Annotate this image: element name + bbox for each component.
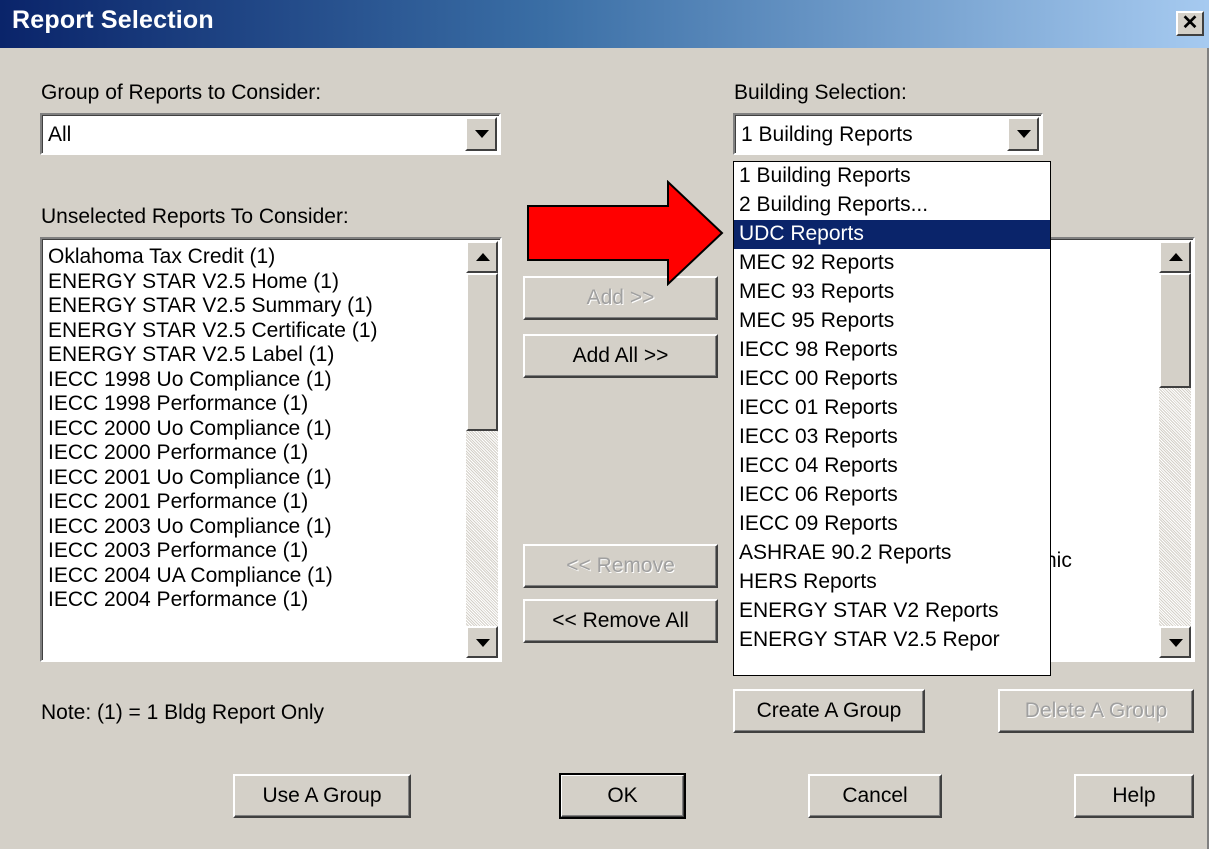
unselected-items: Oklahoma Tax Credit (1) ENERGY STAR V2.5 …	[48, 245, 453, 613]
dropdown-option[interactable]: MEC 95 Reports	[734, 307, 1050, 336]
dropdown-option[interactable]: IECC 98 Reports	[734, 336, 1050, 365]
remove-button[interactable]: << Remove	[523, 544, 718, 588]
list-item[interactable]: IECC 2003 Performance (1)	[48, 539, 453, 564]
group-combo[interactable]: All	[40, 113, 501, 155]
dropdown-option[interactable]: IECC 00 Reports	[734, 365, 1050, 394]
scroll-thumb[interactable]	[1159, 273, 1191, 388]
dropdown-option[interactable]: MEC 93 Reports	[734, 278, 1050, 307]
group-combo-value: All	[48, 123, 72, 146]
dropdown-option[interactable]: ASHRAE 90.2 Reports	[734, 539, 1050, 568]
unselected-scrollbar[interactable]	[466, 241, 498, 658]
create-group-button[interactable]: Create A Group	[733, 689, 925, 733]
dropdown-option[interactable]: 1 Building Reports	[734, 162, 1050, 191]
dropdown-option[interactable]: IECC 01 Reports	[734, 394, 1050, 423]
list-item[interactable]: ENERGY STAR V2.5 Summary (1)	[48, 294, 453, 319]
delete-group-button[interactable]: Delete A Group	[998, 689, 1194, 733]
help-button[interactable]: Help	[1074, 774, 1194, 818]
dropdown-option[interactable]: IECC 04 Reports	[734, 452, 1050, 481]
unselected-label: Unselected Reports To Consider:	[41, 205, 349, 228]
add-all-button[interactable]: Add All >>	[523, 334, 718, 378]
chevron-down-icon	[1017, 130, 1031, 138]
building-label: Building Selection:	[734, 81, 907, 104]
scroll-down-button[interactable]	[466, 626, 498, 658]
dropdown-option[interactable]: IECC 06 Reports	[734, 481, 1050, 510]
list-item[interactable]: IECC 2000 Performance (1)	[48, 441, 453, 466]
list-item[interactable]: IECC 2001 Uo Compliance (1)	[48, 466, 453, 491]
note-text: Note: (1) = 1 Bldg Report Only	[41, 701, 325, 724]
list-item[interactable]: IECC 2004 UA Compliance (1)	[48, 564, 453, 589]
scroll-up-button[interactable]	[1159, 241, 1191, 273]
red-arrow-icon	[527, 180, 724, 286]
chevron-down-icon	[475, 130, 489, 138]
list-item[interactable]: IECC 1998 Performance (1)	[48, 392, 453, 417]
remove-all-button[interactable]: << Remove All	[523, 599, 718, 643]
list-item[interactable]: ENERGY STAR V2.5 Label (1)	[48, 343, 453, 368]
scroll-up-button[interactable]	[466, 241, 498, 273]
building-dropdown-list[interactable]: 1 Building Reports 2 Building Reports... U…	[733, 161, 1051, 676]
group-combo-button[interactable]	[465, 117, 497, 151]
dropdown-option[interactable]: 2 Building Reports...	[734, 191, 1050, 220]
building-combo-value: 1 Building Reports	[741, 123, 913, 146]
list-item[interactable]: ENERGY STAR V2.5 Home (1)	[48, 270, 453, 295]
report-selection-dialog: Report Selection ✕ Group of Reports to C…	[0, 0, 1209, 849]
ok-button[interactable]: OK	[559, 773, 686, 819]
arrow-down-icon	[1169, 639, 1183, 647]
title-bar[interactable]: Report Selection ✕	[0, 0, 1209, 48]
list-item[interactable]: IECC 2004 Performance (1)	[48, 588, 453, 613]
unselected-reports-list[interactable]: Oklahoma Tax Credit (1) ENERGY STAR V2.5 …	[40, 237, 502, 662]
close-icon: ✕	[1181, 12, 1199, 34]
dropdown-option[interactable]: UDC Reports	[734, 220, 1050, 249]
list-item[interactable]: IECC 2003 Uo Compliance (1)	[48, 515, 453, 540]
list-item[interactable]: ENERGY STAR V2.5 Certificate (1)	[48, 319, 453, 344]
dropdown-option[interactable]: IECC 03 Reports	[734, 423, 1050, 452]
arrow-up-icon	[476, 253, 490, 261]
selected-scrollbar[interactable]	[1159, 241, 1191, 658]
window-title: Report Selection	[12, 6, 214, 34]
group-label: Group of Reports to Consider:	[41, 81, 322, 104]
list-item[interactable]: IECC 2000 Uo Compliance (1)	[48, 417, 453, 442]
arrow-up-icon	[1169, 253, 1183, 261]
arrow-down-icon	[476, 639, 490, 647]
dropdown-option[interactable]: IECC 09 Reports	[734, 510, 1050, 539]
list-item[interactable]: IECC 2001 Performance (1)	[48, 490, 453, 515]
cancel-button[interactable]: Cancel	[808, 774, 942, 818]
dropdown-option[interactable]: HERS Reports	[734, 568, 1050, 597]
scroll-thumb[interactable]	[466, 273, 498, 431]
close-button[interactable]: ✕	[1176, 11, 1204, 36]
use-group-button[interactable]: Use A Group	[233, 774, 411, 818]
scroll-down-button[interactable]	[1159, 626, 1191, 658]
dropdown-option[interactable]: ENERGY STAR V2 Reports	[734, 597, 1050, 626]
building-combo-button[interactable]	[1007, 117, 1039, 151]
list-item[interactable]: Oklahoma Tax Credit (1)	[48, 245, 453, 270]
dropdown-option[interactable]: ENERGY STAR V2.5 Repor	[734, 626, 1050, 655]
building-combo[interactable]: 1 Building Reports	[733, 113, 1043, 155]
dropdown-option[interactable]: MEC 92 Reports	[734, 249, 1050, 278]
list-item[interactable]: IECC 1998 Uo Compliance (1)	[48, 368, 453, 393]
